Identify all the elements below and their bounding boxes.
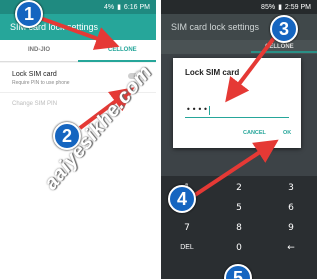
battery-icon: ▮ <box>117 4 121 11</box>
sim-tabs: CELLONE <box>161 40 317 54</box>
status-time: 2:59 PM <box>284 3 311 11</box>
battery-text: 4% <box>103 3 115 11</box>
tab-cellone[interactable]: CELLONE <box>265 44 294 50</box>
battery-icon: ▮ <box>278 4 282 11</box>
status-time: 6:16 PM <box>123 3 150 11</box>
step-badge-3: 3 <box>270 15 298 43</box>
key-2[interactable]: 2 <box>213 178 265 198</box>
backspace-key[interactable]: ← <box>265 238 317 258</box>
key-7[interactable]: 7 <box>161 218 213 238</box>
tab-indicator <box>251 51 317 53</box>
page-title: SIM card lock settings <box>171 22 260 32</box>
key-del[interactable]: DEL <box>161 238 213 258</box>
change-sim-pin-item: Change SIM PIN <box>12 101 58 107</box>
cancel-button[interactable]: CANCEL <box>243 130 266 136</box>
tab-ind-jio[interactable]: IND-JIO <box>28 47 50 53</box>
battery-text: 85% <box>261 3 276 11</box>
step-badge-2: 2 <box>53 122 81 150</box>
ok-button[interactable]: OK <box>283 130 291 136</box>
pin-input[interactable]: •••• <box>185 105 289 118</box>
sim-tabs: IND-JIO CELLONE <box>0 40 156 62</box>
key-3[interactable]: 3 <box>265 178 317 198</box>
lock-sim-sublabel: Require PIN to use phone <box>12 80 70 86</box>
key-6[interactable]: 6 <box>265 198 317 218</box>
pin-value: •••• <box>186 105 209 114</box>
tab-cellone[interactable]: CELLONE <box>108 47 137 53</box>
lock-sim-dialog: Lock SIM card •••• CANCEL OK <box>173 58 301 148</box>
lock-sim-label: Lock SIM card <box>12 71 57 78</box>
status-bar: 85% ▮ 2:59 PM <box>161 0 317 14</box>
key-5[interactable]: 5 <box>213 198 265 218</box>
step-badge-4: 4 <box>168 185 196 213</box>
key-9[interactable]: 9 <box>265 218 317 238</box>
tab-indicator <box>78 60 156 62</box>
dialog-title: Lock SIM card <box>185 68 240 77</box>
step-badge-1: 1 <box>15 0 43 28</box>
right-phone-screen: 85% ▮ 2:59 PM SIM card lock settings CEL… <box>161 0 317 279</box>
key-0[interactable]: 0 <box>213 238 265 258</box>
key-8[interactable]: 8 <box>213 218 265 238</box>
text-cursor <box>209 106 210 115</box>
